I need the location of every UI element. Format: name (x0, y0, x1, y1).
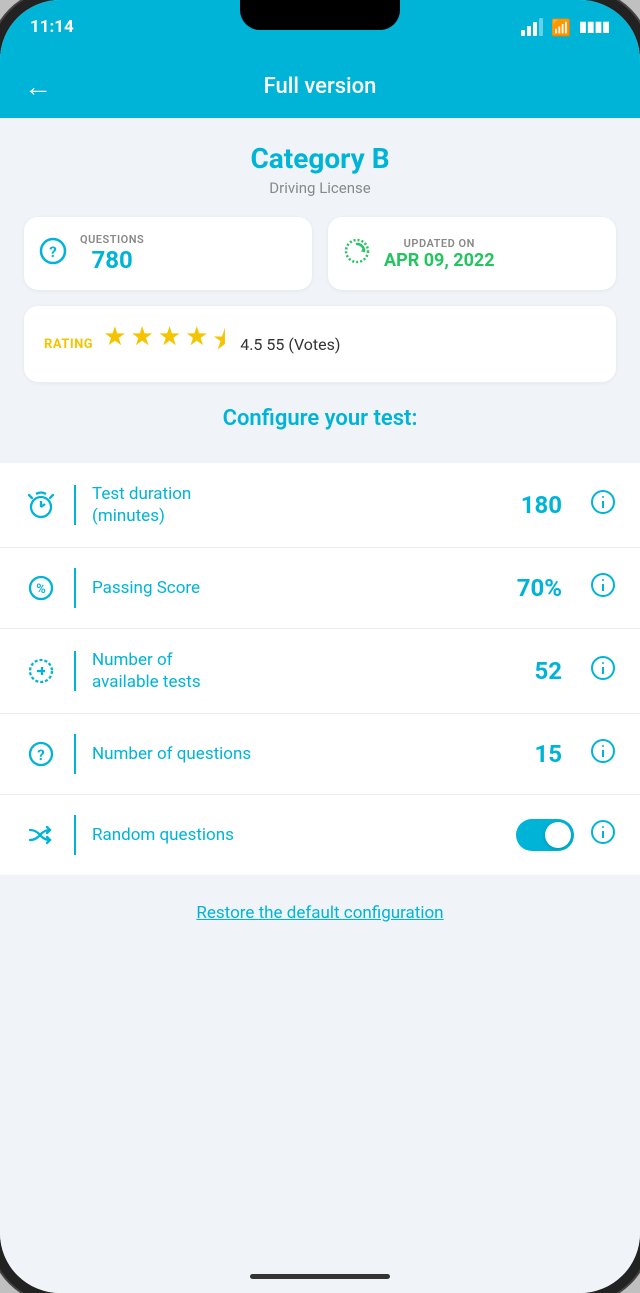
percent-icon: % (24, 573, 58, 603)
settings-list: Test duration(minutes) 180 % (0, 463, 640, 875)
wifi-icon: 📶 (551, 18, 571, 37)
svg-text:?: ? (49, 243, 56, 261)
setting-row-available-tests[interactable]: Number ofavailable tests 52 (0, 629, 640, 714)
info-cards: ? QUESTIONS 780 (24, 217, 616, 290)
nav-title: Full version (264, 74, 377, 99)
stars: ★ ★ ★ ★ ⯨ (103, 322, 226, 366)
refresh-icon (342, 236, 372, 271)
shuffle-icon (24, 820, 58, 850)
updated-card: UPDATED ON APR 09, 2022 (328, 217, 616, 290)
star-1: ★ (103, 322, 126, 366)
back-button[interactable]: ← (24, 70, 52, 103)
random-questions-info-button[interactable] (590, 819, 616, 851)
question-circle-icon: ? (24, 739, 58, 769)
divider (74, 734, 76, 774)
category-title: Category B (24, 142, 616, 175)
passing-score-label: Passing Score (92, 577, 501, 599)
rating-card: RATING ★ ★ ★ ★ ⯨ 4.5 55 (Votes) (24, 306, 616, 382)
divider (74, 485, 76, 525)
random-questions-label: Random questions (92, 824, 500, 846)
num-questions-info-button[interactable] (590, 738, 616, 770)
refresh-edit-icon (24, 656, 58, 686)
setting-row-num-questions[interactable]: ? Number of questions 15 (0, 714, 640, 795)
passing-score-info-button[interactable] (590, 572, 616, 604)
test-duration-label: Test duration(minutes) (92, 483, 505, 527)
phone-frame: 11:14 📶 ▮▮▮▮ ← Full version Category B D… (0, 0, 640, 1293)
alarm-icon (24, 490, 58, 520)
divider (74, 815, 76, 855)
test-duration-info-button[interactable] (590, 489, 616, 521)
divider (74, 651, 76, 691)
notch (240, 0, 400, 30)
setting-row-passing-score[interactable]: % Passing Score 70% (0, 548, 640, 629)
setting-row-random-questions[interactable]: Random questions (0, 795, 640, 875)
header-section: Category B Driving License ? QUESTIONS 7… (0, 118, 640, 447)
passing-score-value: 70% (517, 574, 562, 602)
svg-text:%: % (36, 582, 46, 597)
status-indicators: 📶 ▮▮▮▮ (521, 18, 610, 37)
rating-label: RATING (44, 337, 93, 352)
setting-row-test-duration[interactable]: Test duration(minutes) 180 (0, 463, 640, 548)
star-half: ⯨ (212, 322, 226, 366)
star-2: ★ (131, 322, 154, 366)
nav-bar: ← Full version (0, 54, 640, 118)
updated-label: UPDATED ON (384, 237, 495, 250)
num-questions-label: Number of questions (92, 743, 518, 765)
category-subtitle: Driving License (24, 179, 616, 197)
available-tests-label: Number ofavailable tests (92, 649, 518, 693)
questions-label: QUESTIONS (80, 233, 144, 246)
signal-icon (521, 18, 543, 36)
random-questions-toggle[interactable] (516, 819, 574, 851)
home-indicator (250, 1274, 390, 1279)
available-tests-info-button[interactable] (590, 655, 616, 687)
restore-section: Restore the default configuration (0, 875, 640, 951)
configure-title: Configure your test: (48, 406, 592, 431)
num-questions-value: 15 (534, 740, 562, 768)
available-tests-value: 52 (534, 657, 562, 685)
test-duration-value: 180 (521, 491, 562, 519)
star-4: ★ (185, 322, 208, 366)
updated-value: APR 09, 2022 (384, 250, 495, 271)
main-content: Category B Driving License ? QUESTIONS 7… (0, 118, 640, 1293)
status-time: 11:14 (30, 17, 74, 37)
divider (74, 568, 76, 608)
question-mark-icon: ? (38, 236, 68, 271)
questions-card: ? QUESTIONS 780 (24, 217, 312, 290)
toggle-knob (545, 822, 571, 848)
restore-default-link[interactable]: Restore the default configuration (196, 903, 443, 923)
svg-text:?: ? (37, 746, 44, 764)
battery-icon: ▮▮▮▮ (579, 19, 610, 35)
configure-section: Configure your test: (24, 382, 616, 431)
toggle-wrapper (516, 819, 574, 851)
star-3: ★ (158, 322, 181, 366)
rating-value: 4.5 55 (Votes) (240, 335, 340, 354)
questions-value: 780 (80, 246, 144, 274)
